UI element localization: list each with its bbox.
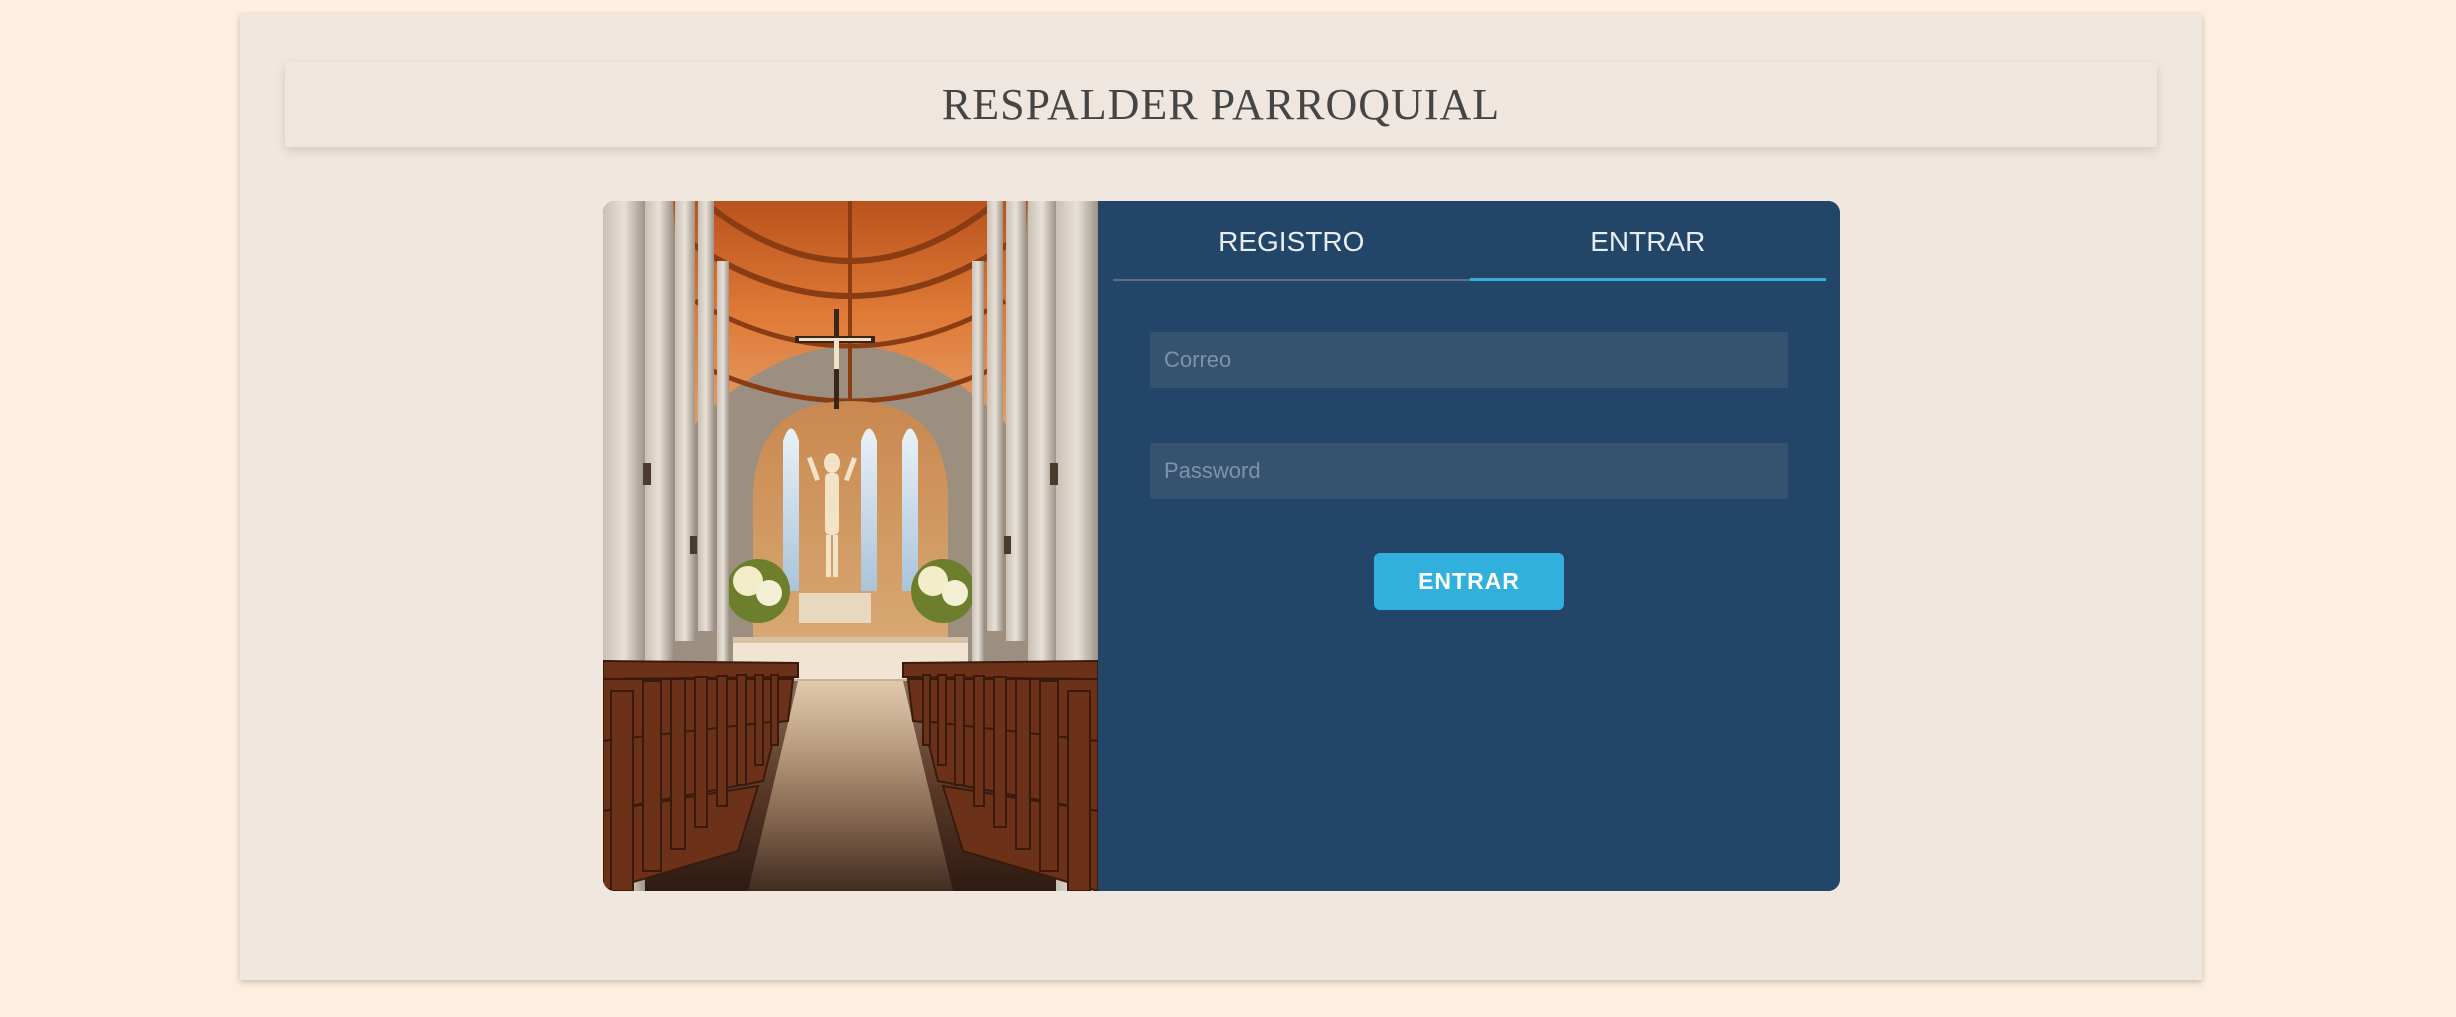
church-image	[603, 201, 1098, 891]
tab-registro[interactable]: REGISTRO	[1113, 201, 1470, 281]
auth-tabs: REGISTRO ENTRAR	[1113, 201, 1826, 281]
password-field[interactable]	[1150, 443, 1788, 499]
entrar-button[interactable]: ENTRAR	[1374, 553, 1564, 610]
page-card: RESPALDER PARROQUIAL REGISTRO ENTRAR Cor…	[240, 14, 2202, 980]
email-field[interactable]	[1150, 332, 1788, 388]
tab-entrar[interactable]: ENTRAR	[1469, 201, 1826, 281]
site-title: RESPALDER PARROQUIAL	[941, 80, 1501, 129]
login-form-panel: REGISTRO ENTRAR ENTRAR	[1098, 201, 1840, 891]
church-interior-photo	[603, 201, 1098, 891]
header-bar: RESPALDER PARROQUIAL	[285, 62, 2157, 147]
login-card: REGISTRO ENTRAR ENTRAR	[603, 201, 1840, 891]
